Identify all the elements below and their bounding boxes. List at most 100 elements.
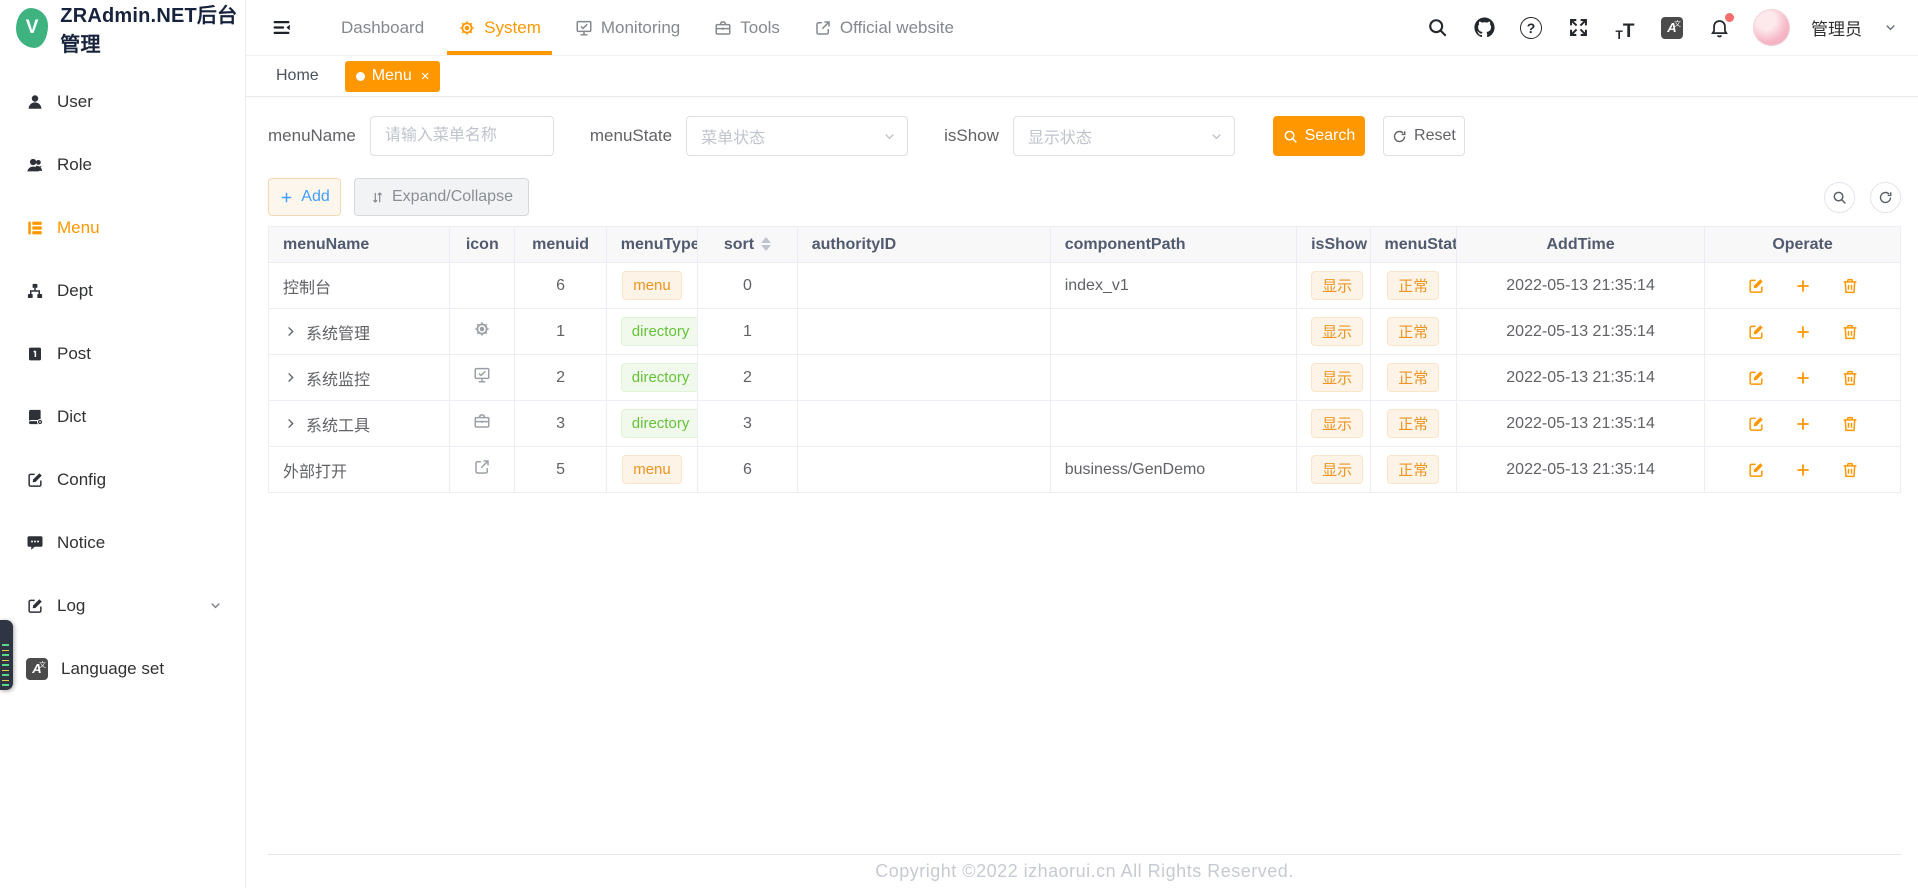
menu-fold-icon[interactable] <box>266 13 296 43</box>
toggle-search-button[interactable] <box>1824 182 1855 213</box>
delete-button[interactable] <box>1841 277 1859 295</box>
translate-icon[interactable]: A文 <box>1659 15 1685 41</box>
user-name[interactable]: 管理员 <box>1811 15 1862 40</box>
expand-collapse-button[interactable]: Expand/Collapse <box>354 178 529 216</box>
is-show-cell: 显示 <box>1297 401 1370 447</box>
operate-cell <box>1705 447 1901 493</box>
filter-form: menuName menuState 菜单状态 isShow 显示状态 Sear… <box>268 116 1901 156</box>
sidebar-item-log[interactable]: Log <box>0 574 245 637</box>
font-size-icon[interactable]: TT <box>1612 15 1638 41</box>
menuid-cell: 6 <box>515 263 606 309</box>
col-is-show: isShow <box>1297 227 1370 263</box>
add-child-button[interactable] <box>1794 369 1812 387</box>
search-icon <box>1283 129 1298 144</box>
sidebar: V ZRAdmin.NET后台管理 User Role Menu Dept <box>0 0 246 888</box>
menu-name-cell: 外部打开 <box>283 458 347 482</box>
edit-button[interactable] <box>1747 461 1765 479</box>
edit-button[interactable] <box>1747 277 1765 295</box>
main-area: Dashboard System Monitoring Tools Offici… <box>246 0 1918 888</box>
nav-item-dashboard[interactable]: Dashboard <box>324 0 441 55</box>
nav-item-official-website[interactable]: Official website <box>797 0 971 55</box>
nav-item-monitoring[interactable]: Monitoring <box>558 0 697 55</box>
navbar-right-tools: ? TT A文 管理员 <box>1424 9 1898 46</box>
expand-row-icon[interactable] <box>283 324 298 339</box>
sidebar-item-post[interactable]: Post <box>0 322 245 385</box>
menu-name-cell: 控制台 <box>283 274 331 298</box>
is-show-tag: 显示 <box>1311 363 1363 392</box>
search-button[interactable]: Search <box>1273 116 1365 156</box>
sidebar-item-language-set[interactable]: A文 Language set <box>0 637 245 700</box>
browser-extension-handle[interactable] <box>0 620 13 690</box>
menu-name-input[interactable] <box>370 116 554 156</box>
sidebar-item-menu[interactable]: Menu <box>0 196 245 259</box>
expand-row-icon[interactable] <box>283 416 298 431</box>
tags-view-bar: Home Menu × <box>246 56 1918 97</box>
is-show-select[interactable]: 显示状态 <box>1013 116 1235 156</box>
reset-button[interactable]: Reset <box>1383 116 1465 156</box>
add-time-cell: 2022-05-13 21:35:14 <box>1457 263 1705 309</box>
sidebar-item-role[interactable]: Role <box>0 133 245 196</box>
chevron-down-icon[interactable] <box>1883 20 1898 35</box>
fullscreen-icon[interactable] <box>1565 15 1591 41</box>
menu-state-tag: 正常 <box>1387 363 1439 392</box>
github-icon[interactable] <box>1471 15 1497 41</box>
bell-icon[interactable] <box>1706 15 1732 41</box>
close-icon[interactable]: × <box>421 69 430 84</box>
add-child-button[interactable] <box>1794 277 1812 295</box>
toolbox-icon <box>473 412 491 430</box>
sidebar-item-user[interactable]: User <box>0 70 245 133</box>
delete-button[interactable] <box>1841 461 1859 479</box>
active-tab-dot <box>356 72 365 81</box>
expand-row-icon[interactable] <box>283 370 298 385</box>
col-menu-name: menuName <box>269 227 450 263</box>
refresh-icon <box>1878 190 1893 205</box>
edit-button[interactable] <box>1747 415 1765 433</box>
is-show-cell: 显示 <box>1297 447 1370 493</box>
delete-button[interactable] <box>1841 415 1859 433</box>
table-row: 系统管理 1 directory 1 显示 正常 2022-05-13 21:3… <box>269 309 1901 355</box>
sort-caret-icon[interactable] <box>761 237 771 251</box>
add-button[interactable]: Add <box>268 178 341 216</box>
search-icon[interactable] <box>1424 15 1450 41</box>
add-child-button[interactable] <box>1794 415 1812 433</box>
col-menu-type: menuType <box>606 227 697 263</box>
refresh-button[interactable] <box>1870 182 1901 213</box>
edit-button[interactable] <box>1747 369 1765 387</box>
delete-button[interactable] <box>1841 323 1859 341</box>
sidebar-item-config[interactable]: Config <box>0 448 245 511</box>
language-icon: A文 <box>26 658 48 680</box>
menuid-cell: 2 <box>515 355 606 401</box>
role-icon <box>26 156 44 174</box>
menu-state-cell: 正常 <box>1370 355 1456 401</box>
edit-button[interactable] <box>1747 323 1765 341</box>
menu-state-select[interactable]: 菜单状态 <box>686 116 908 156</box>
sidebar-item-notice[interactable]: Notice <box>0 511 245 574</box>
help-icon[interactable]: ? <box>1518 15 1544 41</box>
nav-item-tools[interactable]: Tools <box>697 0 797 55</box>
add-child-button[interactable] <box>1794 323 1812 341</box>
monitor-icon <box>473 366 491 384</box>
app-logo-row[interactable]: V ZRAdmin.NET后台管理 <box>0 0 245 56</box>
avatar[interactable] <box>1753 9 1790 46</box>
sidebar-item-dept[interactable]: Dept <box>0 259 245 322</box>
component-path-cell <box>1050 309 1296 355</box>
menu-state-tag: 正常 <box>1387 317 1439 346</box>
col-sort[interactable]: sort <box>698 227 798 263</box>
menu-state-tag: 正常 <box>1387 455 1439 484</box>
delete-button[interactable] <box>1841 369 1859 387</box>
col-add-time: AddTime <box>1457 227 1705 263</box>
chevron-down-icon <box>882 129 897 144</box>
add-child-button[interactable] <box>1794 461 1812 479</box>
menu-type-tag: menu <box>622 455 682 484</box>
menuid-cell: 3 <box>515 401 606 447</box>
menu-state-tag: 正常 <box>1387 409 1439 438</box>
operate-cell <box>1705 355 1901 401</box>
tab-menu[interactable]: Menu × <box>345 61 441 92</box>
tab-home[interactable]: Home <box>276 61 319 92</box>
menu-state-cell: 正常 <box>1370 309 1456 355</box>
nav-item-system[interactable]: System <box>441 0 558 55</box>
sidebar-item-dict[interactable]: Dict <box>0 385 245 448</box>
table-row: 外部打开 5 menu 6 business/GenDemo 显示 正常 202… <box>269 447 1901 493</box>
dept-tree-icon <box>26 282 44 300</box>
menu-state-cell: 正常 <box>1370 401 1456 447</box>
